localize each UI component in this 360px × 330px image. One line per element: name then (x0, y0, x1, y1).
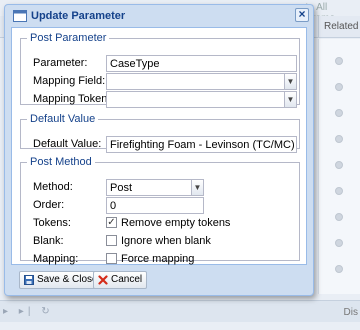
mapping-token-combo[interactable]: ▼ (106, 91, 297, 108)
chevron-down-icon[interactable]: ▼ (191, 179, 204, 196)
column-header-related[interactable]: Related (318, 16, 360, 38)
default-value-input[interactable]: Firefighting Foam - Levinson (TC/MC) - E… (106, 136, 297, 153)
close-button[interactable]: × (295, 8, 309, 22)
dialog-body: Post Parameter Parameter: CaseType Mappi… (11, 27, 307, 265)
update-parameter-dialog: Update Parameter × Post Parameter Parame… (4, 4, 314, 296)
default-value-label: Default Value: (33, 138, 102, 150)
cancel-label: Cancel (111, 274, 143, 285)
parameter-input[interactable]: CaseType (106, 55, 297, 72)
method-value: Post (110, 182, 133, 194)
parameter-label: Parameter: (33, 57, 88, 69)
row-radio[interactable] (335, 83, 343, 91)
row-radio[interactable] (335, 239, 343, 247)
pager-controls[interactable]: ▸ ▸| ↻ (3, 306, 54, 317)
row-radio[interactable] (335, 265, 343, 273)
row-radio[interactable] (335, 135, 343, 143)
save-and-close-label: Save & Close (37, 274, 98, 285)
row-radio[interactable] (335, 187, 343, 195)
mapping-label: Mapping: (33, 253, 79, 265)
force-mapping-label[interactable]: Force mapping (121, 253, 194, 265)
remove-empty-tokens-checkbox[interactable]: ✓ (106, 217, 117, 228)
post-parameter-legend: Post Parameter (30, 32, 107, 44)
ignore-when-blank-checkbox[interactable] (106, 235, 117, 246)
close-icon: × (298, 7, 306, 21)
mapping-field-combo[interactable]: ▼ (106, 73, 297, 90)
order-input[interactable]: 0 (106, 197, 204, 214)
row-radio[interactable] (335, 109, 343, 117)
post-method-legend: Post Method (30, 156, 92, 168)
post-parameter-fieldset: Post Parameter Parameter: CaseType Mappi… (20, 32, 300, 108)
method-select[interactable]: Post ▼ (106, 179, 204, 196)
row-radio[interactable] (335, 161, 343, 169)
tokens-label: Tokens: (33, 217, 71, 229)
ignore-when-blank-label[interactable]: Ignore when blank (121, 235, 211, 247)
mapping-field-label: Mapping Field: (33, 75, 106, 87)
window-icon (13, 10, 27, 22)
force-mapping-checkbox[interactable] (106, 253, 117, 264)
save-icon (24, 275, 34, 285)
blank-label: Blank: (33, 235, 64, 247)
default-value-fieldset: Default Value Default Value: Firefightin… (20, 113, 300, 153)
mapping-token-label: Mapping Token: (33, 93, 111, 105)
chevron-down-icon[interactable]: ▼ (284, 73, 297, 90)
row-radio[interactable] (335, 213, 343, 221)
row-radio[interactable] (335, 57, 343, 65)
order-label: Order: (33, 199, 65, 211)
default-value-legend: Default Value (30, 113, 96, 125)
remove-empty-tokens-label[interactable]: Remove empty tokens (121, 217, 230, 229)
paging-toolbar: ▸ ▸| ↻ Dis (0, 300, 360, 322)
paging-display-text: Dis (343, 307, 358, 318)
save-and-close-button[interactable]: Save & Close (19, 271, 103, 289)
cancel-x-icon (98, 275, 108, 285)
grid-body (318, 39, 360, 294)
method-label: Method: (33, 181, 73, 193)
cancel-button[interactable]: Cancel (93, 271, 148, 289)
dialog-titlebar[interactable]: Update Parameter × (9, 7, 309, 25)
dialog-title: Update Parameter (31, 10, 126, 22)
chevron-down-icon[interactable]: ▼ (284, 91, 297, 108)
post-method-fieldset: Post Method Method: Post ▼ Order: 0 Toke… (20, 156, 300, 265)
